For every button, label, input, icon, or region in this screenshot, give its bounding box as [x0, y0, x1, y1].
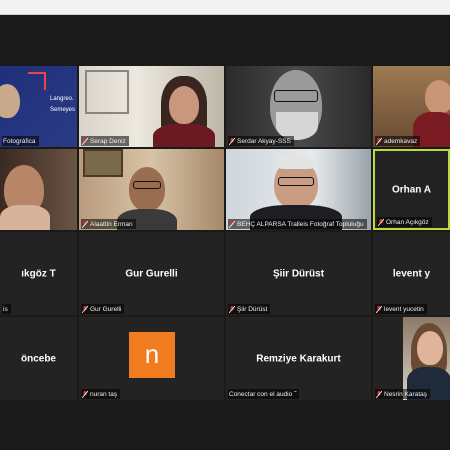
video-tile[interactable]: Alaattin Erman: [79, 149, 224, 230]
muted-mic-icon: [229, 220, 235, 228]
participant-name: ademkavaz: [384, 137, 418, 145]
participant-name: is: [3, 305, 8, 313]
participant-nameplate: is: [2, 304, 11, 314]
participant-nameplate: ademkavaz: [375, 136, 421, 146]
video-tile[interactable]: [0, 149, 77, 230]
video-tile[interactable]: Nesrin Karataş: [373, 317, 450, 400]
participant-nameplate: Şiir Dürüst: [228, 304, 271, 314]
participant-name: levent yucetin: [384, 305, 424, 313]
participant-name: Şiir Dürüst: [237, 305, 268, 313]
video-tile[interactable]: levent y levent yucetin: [373, 232, 450, 315]
participant-nameplate: BEHÇ ALPARSA Tralleis Fotoğraf Topluluğu: [228, 219, 367, 229]
muted-mic-icon: [82, 390, 88, 398]
participant-face-front: [169, 86, 199, 124]
participant-display-name: Orhan A: [391, 184, 432, 195]
participant-name: nuran taş: [90, 390, 118, 398]
video-tile[interactable]: Langreo. Semeyes Fotográfica: [0, 66, 77, 147]
muted-mic-icon: [378, 218, 384, 226]
participant-name: Gur Gurelli: [90, 305, 122, 313]
participant-display-name: Gur Gurelli: [125, 268, 178, 279]
participant-name: Serdar Akyay-SSS: [237, 137, 291, 145]
window-frame: [85, 70, 129, 114]
participant-nameplate: Alaattin Erman: [81, 219, 136, 229]
participant-nameplate: nuran taş: [81, 389, 121, 399]
logo-text-1: Langreo.: [50, 96, 74, 102]
participant-name: Orhan Açıkgöz: [386, 218, 429, 226]
muted-mic-icon: [82, 220, 88, 228]
participant-name: Nesrin Karataş: [384, 390, 427, 398]
video-tile[interactable]: Gur Gurelli Gur Gurelli: [79, 232, 224, 315]
participant-nameplate: Conectar con el audio ˜: [228, 389, 300, 399]
muted-mic-icon: [82, 137, 88, 145]
participant-name: Conectar con el audio: [229, 390, 293, 398]
logo-text-2: Semeyes: [50, 107, 76, 113]
participant-hair: [276, 155, 316, 169]
participant-nameplate: Nesrin Karataş: [375, 389, 430, 399]
video-tile[interactable]: BEHÇ ALPARSA Tralleis Fotoğraf Topluluğu: [226, 149, 371, 230]
participant-nameplate: Serap Deniz: [81, 136, 129, 146]
video-tile[interactable]: ıkgöz T is: [0, 232, 77, 315]
logo-graphic: [28, 72, 46, 90]
participant-display-name: öncebe: [20, 353, 56, 364]
muted-mic-icon: [376, 390, 382, 398]
participant-display-name: Remziye Karakurt: [256, 353, 341, 364]
participant-nameplate: Gur Gurelli: [81, 304, 125, 314]
participant-nameplate: Orhan Açıkgöz: [377, 217, 432, 227]
audio-chevron-icon: ˜: [294, 390, 297, 398]
muted-mic-icon: [376, 137, 382, 145]
window-title-bar: [0, 0, 450, 15]
glasses: [274, 90, 318, 102]
muted-mic-icon: [229, 305, 235, 313]
video-tile[interactable]: Remziye Karakurt Conectar con el audio ˜: [226, 317, 371, 400]
video-tile[interactable]: öncebe: [0, 317, 77, 400]
participant-face: [129, 167, 165, 211]
participant-name: Alaattin Erman: [90, 220, 133, 228]
muted-mic-icon: [82, 305, 88, 313]
participant-hand: [0, 205, 50, 230]
participant-face: [417, 331, 443, 365]
participant-name: BEHÇ ALPARSA Tralleis Fotoğraf Topluluğu: [237, 220, 364, 228]
wall-picture: [83, 149, 123, 177]
bottom-area: [0, 402, 450, 450]
participant-display-name: Şiir Dürüst: [272, 268, 325, 279]
video-tile[interactable]: n nuran taş: [79, 317, 224, 400]
video-tile-active-speaker[interactable]: Orhan A Orhan Açıkgöz: [373, 149, 450, 230]
glasses: [278, 177, 314, 186]
muted-mic-icon: [229, 137, 235, 145]
video-tile[interactable]: Şiir Dürüst Şiir Dürüst: [226, 232, 371, 315]
muted-mic-icon: [376, 305, 382, 313]
avatar: n: [129, 332, 175, 378]
participant-nameplate: Serdar Akyay-SSS: [228, 136, 294, 146]
participant-display-name: levent y: [392, 268, 431, 279]
video-tile[interactable]: Serap Deniz: [79, 66, 224, 147]
video-tile[interactable]: ademkavaz: [373, 66, 450, 147]
video-tile[interactable]: Serdar Akyay-SSS: [226, 66, 371, 147]
participant-display-name: ıkgöz T: [21, 268, 56, 279]
participant-body: [153, 124, 215, 147]
participant-face: [425, 80, 450, 114]
participant-name: Serap Deniz: [90, 137, 126, 145]
glasses: [133, 181, 161, 189]
participant-nameplate: levent yucetin: [375, 304, 427, 314]
participant-nameplate: Fotográfica: [2, 136, 39, 146]
participant-name: Fotográfica: [3, 137, 36, 145]
